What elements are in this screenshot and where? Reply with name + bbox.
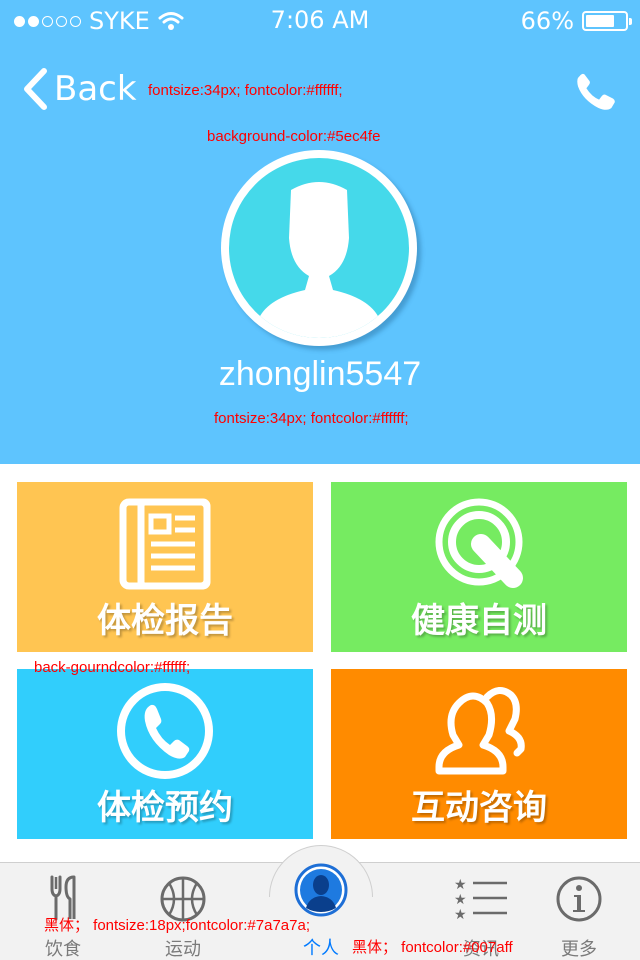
star-list-icon: ★ ★ ★: [454, 877, 507, 921]
tile-health-selftest[interactable]: 健康自测: [331, 482, 627, 652]
back-button[interactable]: Back: [22, 68, 137, 110]
person-icon: [294, 863, 348, 917]
chat-people-icon: [435, 687, 525, 775]
annotation-bg: background-color:#5ec4fe: [207, 128, 381, 145]
profile-header: SYKE 7:06 AM 66% Back fontsize:34px; fon…: [0, 0, 640, 464]
svg-text:★: ★: [454, 907, 467, 921]
tab-label: 饮食: [45, 939, 81, 960]
back-label: Back: [54, 69, 137, 109]
svg-text:★: ★: [454, 892, 467, 908]
phone-icon: [577, 73, 615, 110]
tab-more[interactable]: 更多: [524, 863, 634, 960]
tile-checkup-appointment[interactable]: 体检预约: [17, 669, 313, 839]
call-button[interactable]: [576, 70, 616, 118]
avatar[interactable]: [221, 150, 417, 346]
magnifier-icon: [435, 498, 523, 588]
tile-label: 体检预约: [97, 788, 233, 828]
battery-percent: 66%: [520, 7, 574, 35]
annotation-tab-inactive: 黑体； fontsize:18px;fontcolor:#7a7a7a;: [44, 917, 310, 934]
tab-label: 运动: [165, 939, 201, 960]
phone-circle-icon: [117, 683, 213, 779]
annotation-tile-bg: back-gourndcolor:#ffffff;: [34, 659, 191, 676]
tile-label: 体检报告: [97, 601, 233, 641]
username: zhonglin5547: [218, 355, 422, 393]
battery-group: 66%: [520, 7, 632, 35]
annotation-back: fontsize:34px; fontcolor:#ffffff;: [148, 82, 343, 99]
annotation-tab-active: 黑体； fontcolor:#007aff: [352, 939, 513, 956]
annotation-username: fontsize:34px; fontcolor:#ffffff;: [214, 410, 409, 427]
info-icon: [556, 876, 602, 922]
tile-checkup-report[interactable]: 体检报告: [17, 482, 313, 652]
tab-label: 更多: [561, 939, 597, 960]
tile-label: 互动咨询: [411, 788, 547, 828]
tile-interactive-consult[interactable]: 互动咨询: [331, 669, 627, 839]
status-bar: SYKE 7:06 AM 66%: [0, 0, 640, 40]
svg-text:★: ★: [454, 877, 467, 893]
tile-label: 健康自测: [411, 601, 547, 641]
tab-diet[interactable]: 饮食: [8, 863, 118, 960]
tab-exercise[interactable]: 运动: [128, 863, 238, 960]
newspaper-icon: [119, 498, 211, 590]
user-silhouette-icon: [259, 182, 379, 338]
battery-icon: [582, 11, 632, 31]
chevron-left-icon: [24, 68, 47, 110]
